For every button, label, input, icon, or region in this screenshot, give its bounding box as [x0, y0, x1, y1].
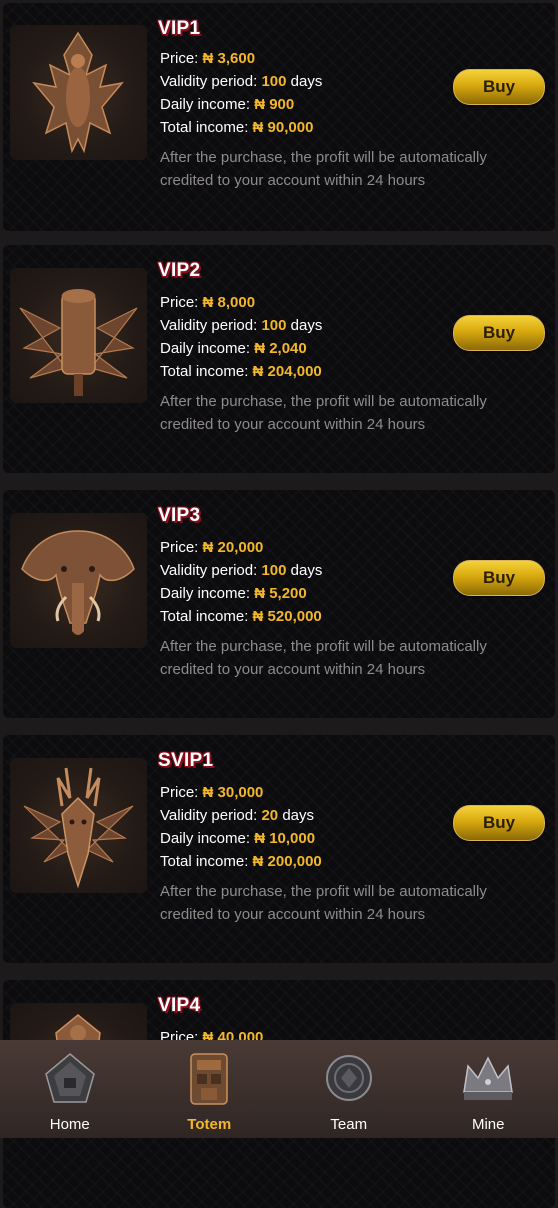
buy-button[interactable]: Buy	[453, 69, 545, 105]
buy-button[interactable]: Buy	[453, 560, 545, 596]
nav-item-totem[interactable]: Totem	[140, 1040, 280, 1138]
validity-row: Validity period: 20 days	[160, 807, 314, 824]
purchase-note: After the purchase, the profit will be a…	[160, 880, 520, 926]
purchase-note: After the purchase, the profit will be a…	[160, 146, 520, 192]
elephant-totem-icon	[10, 513, 147, 648]
daily-income-row: Daily income: ₦ 2,040	[160, 340, 307, 357]
product-title: SVIP1	[158, 750, 213, 772]
daily-income-row: Daily income: ₦ 5,200	[160, 585, 307, 602]
product-card: VIP2 Price: ₦ 8,000 Validity period: 100…	[3, 245, 555, 473]
product-title: VIP2	[158, 260, 200, 282]
price-row: Price: ₦ 8,000	[160, 294, 255, 311]
nav-label: Totem	[187, 1116, 231, 1133]
nav-item-team[interactable]: Team	[279, 1040, 419, 1138]
total-income-row: Total income: ₦ 520,000	[160, 608, 322, 625]
product-title: VIP1	[158, 18, 200, 40]
total-income-row: Total income: ₦ 200,000	[160, 853, 322, 870]
nav-label: Home	[50, 1116, 90, 1133]
validity-row: Validity period: 100 days	[160, 562, 322, 579]
nav-label: Mine	[472, 1116, 505, 1133]
antelope-totem-icon	[10, 758, 147, 893]
purchase-note: After the purchase, the profit will be a…	[160, 390, 520, 436]
daily-income-row: Daily income: ₦ 10,000	[160, 830, 315, 847]
product-title: VIP3	[158, 505, 200, 527]
price-row: Price: ₦ 30,000	[160, 784, 263, 801]
total-income-row: Total income: ₦ 90,000	[160, 119, 313, 136]
lizard-totem-icon	[10, 25, 147, 160]
product-card: VIP1 Price: ₦ 3,600 Validity period: 100…	[3, 3, 555, 231]
buy-button[interactable]: Buy	[453, 805, 545, 841]
validity-row: Validity period: 100 days	[160, 73, 322, 90]
price-row: Price: ₦ 3,600	[160, 50, 255, 67]
totem-icon	[179, 1048, 239, 1108]
nav-item-home[interactable]: Home	[0, 1040, 140, 1138]
home-icon	[40, 1048, 100, 1108]
buy-button[interactable]: Buy	[453, 315, 545, 351]
validity-row: Validity period: 100 days	[160, 317, 322, 334]
product-card: VIP3 Price: ₦ 20,000 Validity period: 10…	[3, 490, 555, 718]
nav-item-mine[interactable]: Mine	[419, 1040, 558, 1138]
bottom-nav: Home Totem Team Mine	[0, 1040, 558, 1138]
total-income-row: Total income: ₦ 204,000	[160, 363, 322, 380]
price-row: Price: ₦ 20,000	[160, 539, 263, 556]
product-title: VIP4	[158, 995, 200, 1017]
daily-income-row: Daily income: ₦ 900	[160, 96, 294, 113]
product-list: VIP1 Price: ₦ 3,600 Validity period: 100…	[0, 0, 558, 1138]
nav-label: Team	[330, 1116, 367, 1133]
purchase-note: After the purchase, the profit will be a…	[160, 635, 520, 681]
product-card: SVIP1 Price: ₦ 30,000 Validity period: 2…	[3, 735, 555, 963]
crown-icon	[458, 1048, 518, 1108]
drum-totem-icon	[10, 268, 147, 403]
team-icon	[319, 1048, 379, 1108]
